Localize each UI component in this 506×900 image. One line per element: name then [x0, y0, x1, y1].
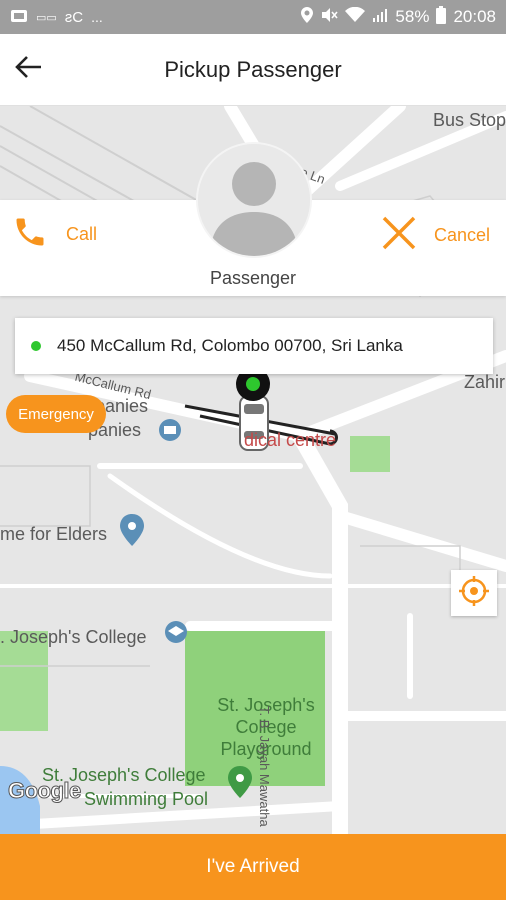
user-icon [198, 144, 310, 256]
phone-icon [12, 214, 48, 255]
green-patch-medical [350, 436, 390, 472]
wifi-icon [345, 6, 366, 27]
status-left: ▭▭ ƨC ... [10, 8, 103, 27]
status-more-text: ... [91, 9, 103, 25]
map-label-elders: me for Elders [0, 524, 108, 544]
pickup-address-bar[interactable]: 450 McCallum Rd, Colombo 00700, Sri Lank… [15, 318, 493, 374]
map-label-medical-centre: dical centre [244, 430, 337, 450]
battery-percent: 58% [395, 7, 430, 26]
map-label-zahira: Zahir [464, 372, 506, 392]
map-label-tb-jayah: T. B. Jayah Mawatha [257, 706, 272, 827]
app-bar: Pickup Passenger [0, 34, 506, 106]
back-button[interactable] [12, 52, 46, 86]
emergency-button[interactable]: Emergency [6, 395, 106, 433]
cancel-label: Cancel [433, 225, 490, 245]
passenger-name: Passenger [209, 268, 297, 288]
signal-icon [372, 7, 388, 27]
status-right: 58% 20:08 [301, 6, 496, 28]
notification-icon [10, 8, 28, 27]
call-label: Call [66, 224, 98, 244]
map-label-st-josephs-college: . Joseph's College [0, 627, 147, 647]
battery-icon [436, 6, 447, 28]
cancel-button[interactable]: Cancel [380, 214, 490, 257]
location-icon [301, 7, 314, 27]
arrived-button[interactable]: I've Arrived [0, 834, 506, 900]
app-icon: ƨC [64, 8, 84, 26]
close-icon [380, 214, 418, 257]
passenger-avatar [198, 144, 310, 256]
map-label-bus-stop: Bus Stop [433, 110, 506, 130]
google-logo: Google [8, 778, 82, 804]
status-bar: ▭▭ ƨC ... 58% 20:08 [0, 0, 506, 34]
poi-elders-icon [120, 514, 144, 546]
call-button[interactable]: Call [12, 214, 97, 255]
poi-pool-icon [228, 766, 252, 798]
map-label-swimming-2: Swimming Pool [84, 789, 209, 809]
clock-time: 20:08 [453, 7, 496, 26]
page-title: Pickup Passenger [164, 56, 342, 82]
location-dot-icon [31, 341, 41, 351]
my-location-button[interactable] [451, 570, 497, 616]
poi-college-icon [165, 621, 187, 643]
crosshair-icon [458, 575, 490, 612]
mute-icon [320, 7, 339, 27]
poi-bank-icon [159, 419, 181, 441]
sms-icon: ▭▭ [36, 11, 57, 24]
arrow-left-icon [15, 55, 43, 84]
pickup-address: 450 McCallum Rd, Colombo 00700, Sri Lank… [57, 336, 403, 355]
